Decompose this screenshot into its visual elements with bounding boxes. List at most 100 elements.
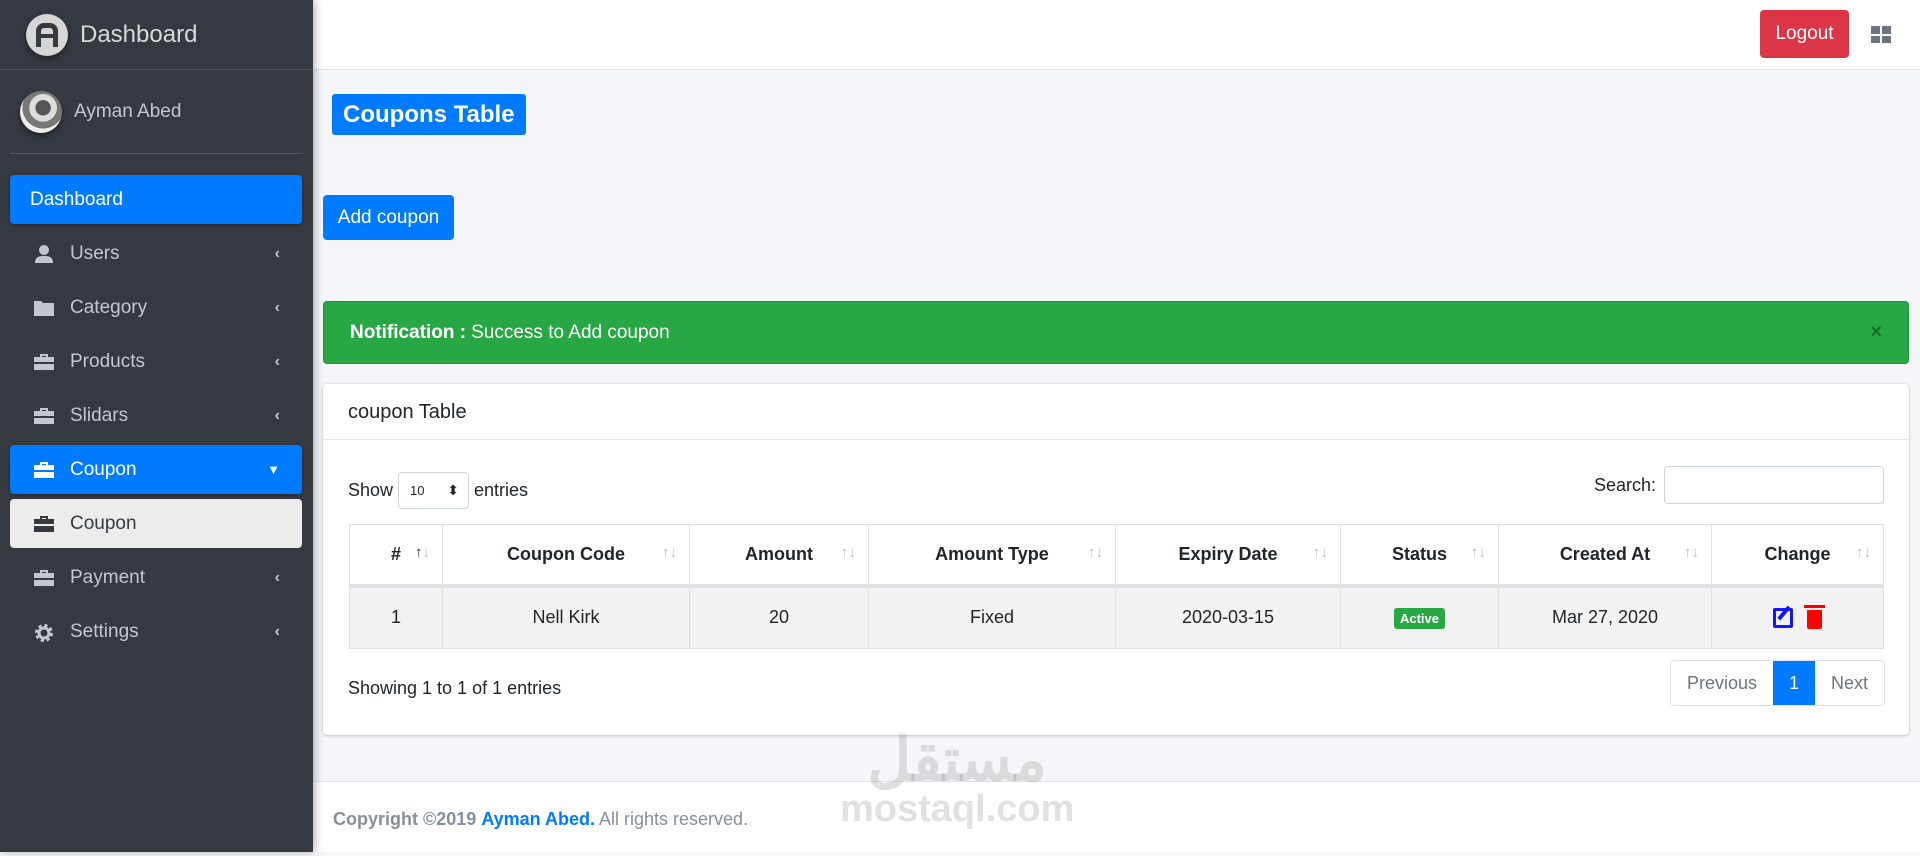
sidebar-item-label: Coupon (70, 512, 137, 534)
chevron-left-icon: ‹ (274, 406, 280, 424)
sidebar-item-label: Category (70, 296, 148, 318)
column-header-status[interactable]: Status ↑↓ (1340, 524, 1499, 588)
topbar: Logout (313, 0, 1920, 70)
sidebar-item-payment[interactable]: Payment ‹ (10, 553, 302, 602)
column-header-coupon-code[interactable]: Coupon Code ↑↓ (442, 524, 690, 588)
table-row: 1 Nell Kirk 20 Fixed 2020-03-15 Active M… (349, 585, 1884, 649)
watermark-arabic: مستقل (867, 726, 1047, 793)
entries-length: Show 10 entries (348, 472, 528, 509)
briefcase-icon (34, 515, 54, 533)
chevron-left-icon: ‹ (274, 622, 280, 640)
entries-label: entries (474, 480, 529, 500)
cell-change (1711, 585, 1884, 649)
user-panel[interactable]: Ayman Abed (10, 70, 303, 154)
cell-expiry-date: 2020-03-15 (1115, 585, 1341, 649)
brand-text: Dashboard (80, 20, 198, 48)
chevron-left-icon: ‹ (274, 298, 280, 316)
sidebar-item-dashboard[interactable]: Dashboard (10, 175, 302, 224)
cell-coupon-code: Nell Kirk (442, 585, 690, 649)
alert-message: Success to Add coupon (471, 321, 670, 343)
chevron-left-icon: ‹ (274, 568, 280, 586)
sidebar-item-category[interactable]: Category ‹ (10, 283, 302, 332)
column-header-id[interactable]: # ↑↓ (349, 524, 443, 588)
briefcase-icon (34, 461, 54, 479)
brand-link[interactable]: Dashboard (0, 0, 313, 70)
sidebar-item-slidars[interactable]: Slidars ‹ (10, 391, 302, 440)
grid-icon[interactable] (1871, 26, 1891, 43)
search-input[interactable] (1664, 466, 1884, 504)
sidebar-item-label: Dashboard (30, 188, 123, 210)
sidebar-item-coupon[interactable]: Coupon ▼ (10, 445, 302, 494)
footer: Copyright ©2019 Ayman Abed. All rights r… (313, 781, 1920, 852)
sidebar-item-label: Settings (70, 620, 139, 642)
cell-id: 1 (349, 585, 443, 649)
chevron-left-icon: ‹ (274, 244, 280, 262)
sidebar-item-products[interactable]: Products ‹ (10, 337, 302, 386)
sort-icon: ↑↓ (662, 543, 677, 561)
briefcase-icon (34, 569, 54, 587)
briefcase-icon (34, 407, 54, 425)
user-name: Ayman Abed (74, 100, 182, 122)
gear-icon (34, 623, 54, 642)
copyright-text: Copyright ©2019 (333, 809, 477, 829)
sidebar-nav: Dashboard Users ‹ Category ‹ Products ‹ Sli… (10, 175, 302, 661)
trash-icon[interactable] (1804, 605, 1825, 630)
close-icon[interactable]: × (1870, 321, 1882, 344)
column-header-amount-type[interactable]: Amount Type ↑↓ (868, 524, 1116, 588)
search-box: Search: (1594, 466, 1884, 504)
card-title: coupon Table (323, 384, 1909, 440)
sort-icon: ↑↓ (1088, 543, 1103, 561)
sidebar-subitem-coupon[interactable]: Coupon (10, 499, 302, 548)
chevron-left-icon: ‹ (274, 352, 280, 370)
logout-button[interactable]: Logout (1760, 10, 1849, 58)
sort-icon: ↑↓ (1471, 543, 1486, 561)
user-icon (34, 244, 54, 263)
sidebar-item-label: Products (70, 350, 145, 372)
cell-amount-type: Fixed (868, 585, 1116, 649)
sidebar-item-label: Coupon (70, 458, 137, 480)
cell-created-at: Mar 27, 2020 (1498, 585, 1712, 649)
notification-alert: Notification : Success to Add coupon × (323, 301, 1909, 364)
entries-value: 10 (410, 483, 425, 498)
page-title: Coupons Table (332, 94, 526, 135)
sidebar: Dashboard Ayman Abed Dashboard Users ‹ Ca… (0, 0, 313, 852)
sidebar-item-label: Payment (70, 566, 145, 588)
status-badge: Active (1393, 608, 1446, 630)
avatar (20, 90, 62, 133)
cell-amount: 20 (689, 585, 869, 649)
sort-asc-icon: ↑↓ (415, 543, 430, 561)
sort-icon: ↑↓ (1684, 543, 1699, 561)
previous-button[interactable]: Previous (1671, 661, 1773, 705)
sort-icon: ↑↓ (1856, 543, 1871, 561)
sidebar-item-label: Users (70, 242, 120, 264)
column-header-amount[interactable]: Amount ↑↓ (689, 524, 869, 588)
coupon-table-card: coupon Table Show 10 entries Search: #↑↓… (323, 384, 1909, 735)
add-coupon-button[interactable]: Add coupon (323, 195, 454, 240)
watermark: مستقل mostaql.com (840, 726, 1075, 830)
show-label: Show (348, 480, 394, 500)
alert-label: Notification : (350, 321, 467, 343)
cell-status: Active (1340, 585, 1499, 649)
pagination: Previous 1 Next (1670, 660, 1886, 706)
briefcase-icon (34, 353, 54, 371)
column-header-expiry-date[interactable]: Expiry Date ↑↓ (1115, 524, 1341, 588)
sidebar-item-users[interactable]: Users ‹ (10, 229, 302, 278)
chevron-down-icon: ▼ (267, 462, 280, 477)
next-button[interactable]: Next (1815, 661, 1884, 705)
column-header-created-at[interactable]: Created At ↑↓ (1498, 524, 1712, 588)
search-label: Search: (1593, 474, 1656, 495)
brand-logo-icon (26, 13, 68, 56)
folder-icon (34, 299, 54, 317)
entries-select[interactable]: 10 (398, 472, 470, 509)
page-1-button[interactable]: 1 (1773, 661, 1816, 705)
sidebar-item-settings[interactable]: Settings ‹ (10, 607, 302, 656)
column-header-change[interactable]: Change ↑↓ (1711, 524, 1884, 588)
watermark-latin: mostaql.com (840, 788, 1075, 830)
author-link[interactable]: Ayman Abed. (481, 809, 595, 829)
edit-icon[interactable] (1773, 607, 1793, 628)
coupons-table: # ↑↓ Coupon Code ↑↓ Amount ↑↓ Amount Type ↑↓… (349, 524, 1884, 649)
rights-text: All rights reserved. (599, 809, 749, 829)
sort-icon: ↑↓ (841, 543, 856, 561)
sort-icon: ↑↓ (1313, 543, 1328, 561)
table-info: Showing 1 to 1 of 1 entries (348, 678, 562, 698)
